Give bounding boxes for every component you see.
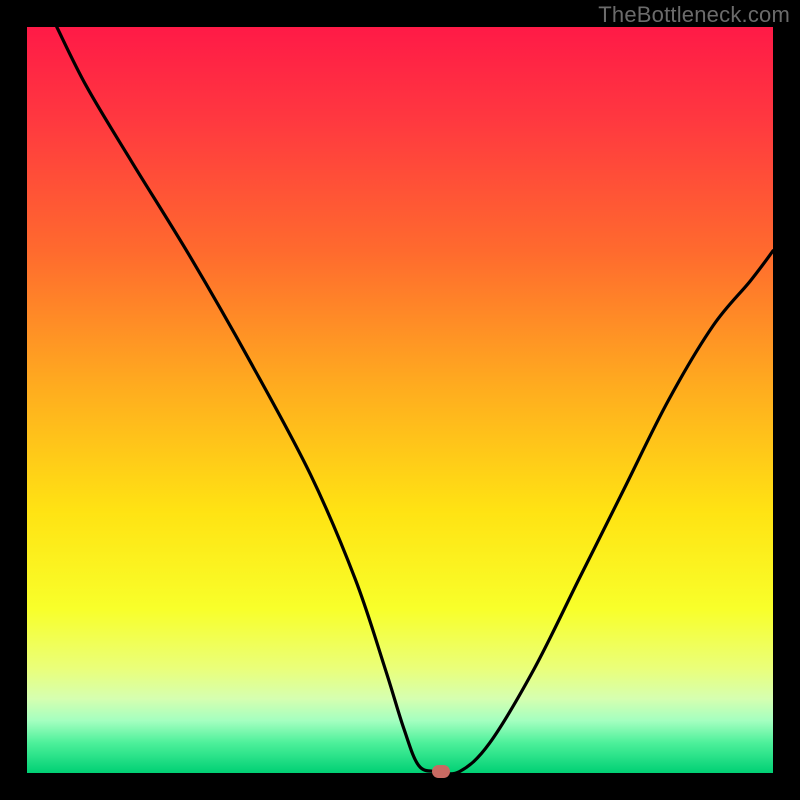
chart-frame: TheBottleneck.com bbox=[0, 0, 800, 800]
gradient-background bbox=[27, 27, 773, 773]
plot-area bbox=[27, 27, 773, 773]
watermark-text: TheBottleneck.com bbox=[598, 2, 790, 28]
chart-svg bbox=[27, 27, 773, 773]
optimal-point-marker bbox=[432, 765, 450, 778]
